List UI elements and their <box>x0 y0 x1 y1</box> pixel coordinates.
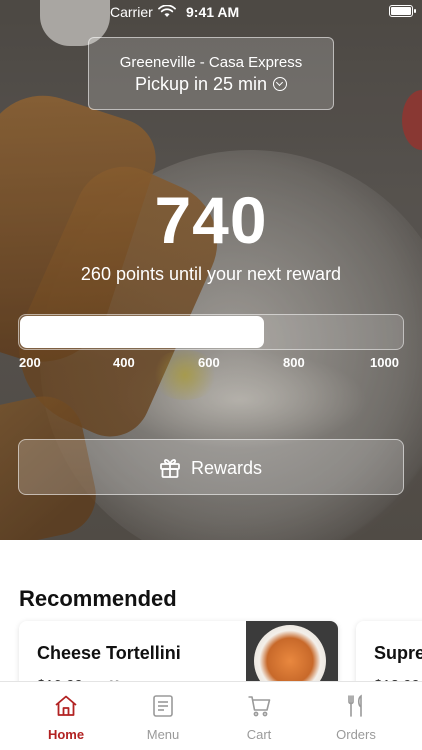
tab-orders[interactable]: Orders <box>308 682 404 750</box>
location-selector[interactable]: Greeneville - Casa Express Pickup in 25 … <box>88 37 334 110</box>
item-name: Cheese Tortellini <box>37 643 181 663</box>
tab-menu[interactable]: Menu <box>115 682 211 750</box>
progress-ticks: 200 400 600 800 1000 <box>0 355 422 373</box>
rewards-label: Rewards <box>191 458 263 478</box>
progress-tick: 1000 <box>370 355 399 370</box>
menu-icon <box>153 695 173 717</box>
points-progress-fill <box>20 316 264 348</box>
tab-home[interactable]: Home <box>18 682 114 750</box>
section-title: Recommended <box>19 586 177 611</box>
home-icon <box>55 695 77 716</box>
progress-tick: 400 <box>113 355 135 370</box>
chevron-down-icon <box>273 77 288 91</box>
progress-tick: 200 <box>19 355 41 370</box>
gift-icon <box>160 459 180 478</box>
store-name: Greeneville - Casa Express <box>119 54 303 71</box>
tab-bar: Home Menu Cart Orders <box>0 681 422 750</box>
clock: 9:41 AM <box>186 4 240 20</box>
carrier-label: Carrier <box>110 4 153 20</box>
tab-cart[interactable]: Cart <box>211 682 307 750</box>
tab-label: Menu <box>146 727 180 742</box>
points-value: 740 <box>154 183 268 257</box>
points-remaining: 260 points until your next reward <box>80 264 342 284</box>
wifi-icon <box>158 5 176 17</box>
orders-icon <box>348 694 362 717</box>
tab-label: Orders <box>336 727 376 742</box>
progress-tick: 600 <box>198 355 220 370</box>
rewards-button[interactable]: Rewards <box>18 439 404 495</box>
pickup-label: Pickup in 25 min <box>134 74 268 94</box>
pickup-time: Pickup in 25 min <box>89 74 333 95</box>
tab-label: Home <box>47 727 85 742</box>
progress-tick: 800 <box>283 355 305 370</box>
points-progress-bar <box>18 314 404 350</box>
item-name: Supre <box>374 643 422 663</box>
status-bar: Carrier 9:41 AM <box>0 0 422 24</box>
tab-label: Cart <box>246 727 272 742</box>
battery-icon <box>389 5 416 17</box>
cart-icon <box>248 696 271 717</box>
